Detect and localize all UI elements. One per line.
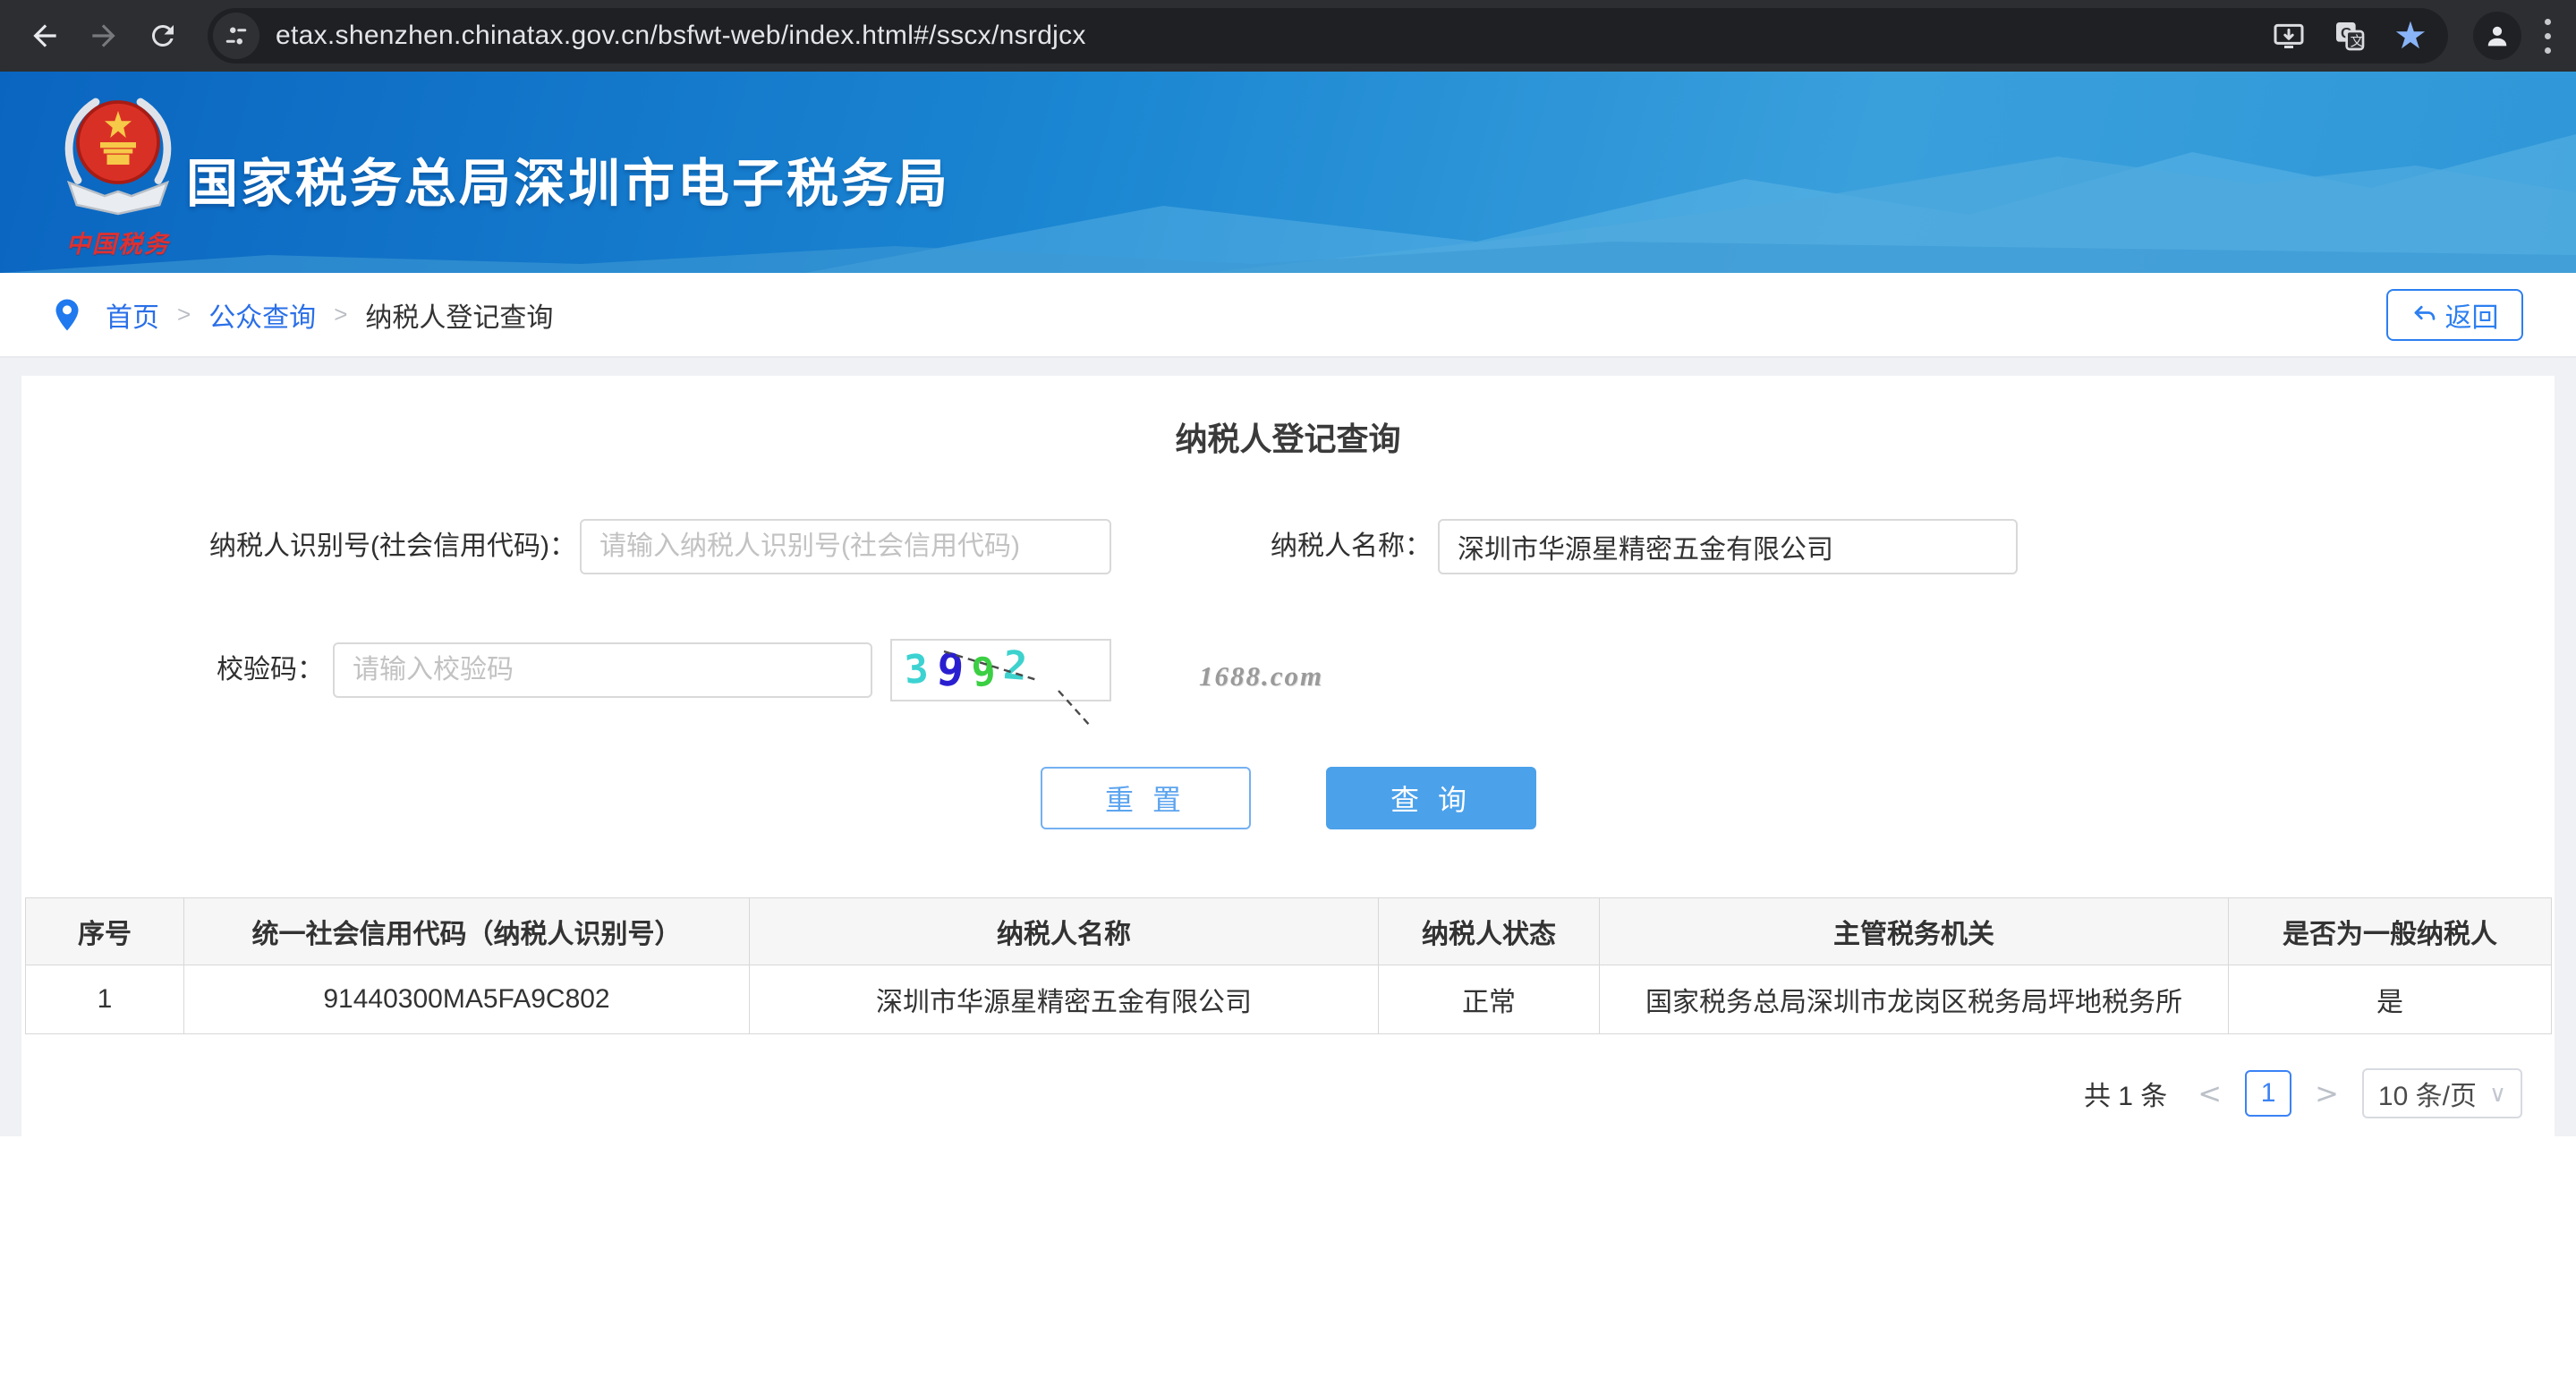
svg-text:文: 文 (2351, 34, 2364, 49)
browser-toolbar: etax.shenzhen.chinatax.gov.cn/bsfwt-web/… (0, 0, 2576, 72)
return-button[interactable]: 返回 (2386, 289, 2523, 341)
page-size-value: 10 条/页 (2378, 1074, 2477, 1113)
pagination-total: 共 1 条 (2084, 1074, 2167, 1113)
breadcrumb-home[interactable]: 首页 (106, 295, 159, 335)
return-arrow-icon (2411, 302, 2438, 328)
captcha-digit: 2 (1002, 646, 1029, 687)
translate-icon[interactable]: G 文 (2328, 14, 2371, 57)
content-zone: 纳税人登记查询 纳税人识别号(社会信用代码)： 纳税人名称： 校验码： 3 9 … (0, 358, 2576, 1136)
captcha-digit: 3 (903, 650, 930, 691)
emblem-caption: 中国税务 (47, 225, 190, 259)
breadcrumb: 首页 > 公众查询 > 纳税人登记查询 返回 (0, 273, 2576, 358)
query-card: 纳税人登记查询 纳税人识别号(社会信用代码)： 纳税人名称： 校验码： 3 9 … (21, 376, 2555, 1136)
site-title: 国家税务总局深圳市电子税务局 (186, 141, 950, 217)
captcha-digit: 9 (934, 647, 965, 694)
result-table: 序号 统一社会信用代码（纳税人识别号） 纳税人名称 纳税人状态 主管税务机关 是… (25, 897, 2552, 1034)
cell-taxpayer-name: 深圳市华源星精密五金有限公司 (750, 965, 1379, 1034)
page-size-select[interactable]: 10 条/页 ∨ (2362, 1068, 2522, 1118)
table-header-row: 序号 统一社会信用代码（纳税人识别号） 纳税人名称 纳税人状态 主管税务机关 是… (26, 898, 2552, 965)
col-header-credit-code: 统一社会信用代码（纳税人识别号） (184, 898, 750, 965)
captcha-label: 校验码： (21, 642, 324, 698)
cell-credit-code: 91440300MA5FA9C802 (184, 965, 750, 1034)
query-button[interactable]: 查 询 (1326, 767, 1536, 829)
back-icon[interactable] (21, 13, 68, 59)
cell-tax-authority: 国家税务总局深圳市龙岗区税务局坪地税务所 (1600, 965, 2229, 1034)
captcha-input[interactable] (333, 642, 872, 698)
page-title: 纳税人登记查询 (21, 413, 2555, 460)
breadcrumb-separator: > (177, 301, 191, 328)
breadcrumb-current: 纳税人登记查询 (365, 295, 553, 335)
captcha-digit: 9 (970, 652, 997, 693)
forward-icon[interactable] (81, 13, 127, 59)
watermark-text: 1688.com (1199, 660, 1323, 693)
return-button-label: 返回 (2445, 295, 2499, 335)
install-app-icon[interactable] (2267, 14, 2310, 57)
tax-emblem: 中国税务 (47, 84, 190, 259)
cell-general-taxpayer: 是 (2229, 965, 2552, 1034)
reset-button[interactable]: 重 置 (1041, 767, 1251, 829)
col-header-status: 纳税人状态 (1379, 898, 1600, 965)
prev-page-icon[interactable]: < (2192, 1076, 2227, 1110)
url-bar[interactable]: etax.shenzhen.chinatax.gov.cn/bsfwt-web/… (208, 8, 2448, 64)
taxpayer-id-input[interactable] (580, 519, 1111, 574)
page-number-button[interactable]: 1 (2245, 1070, 2291, 1117)
pagination: 共 1 条 < 1 > 10 条/页 ∨ (2084, 1067, 2522, 1119)
col-header-taxpayer-name: 纳税人名称 (750, 898, 1379, 965)
cell-status: 正常 (1379, 965, 1600, 1034)
next-page-icon[interactable]: > (2309, 1076, 2344, 1110)
breadcrumb-public-query[interactable]: 公众查询 (208, 295, 316, 335)
cell-index: 1 (26, 965, 184, 1034)
taxpayer-id-label: 纳税人识别号(社会信用代码)： (21, 519, 576, 574)
col-header-tax-authority: 主管税务机关 (1600, 898, 2229, 965)
taxpayer-name-input[interactable] (1438, 519, 2018, 574)
table-row: 1 91440300MA5FA9C802 深圳市华源星精密五金有限公司 正常 国… (26, 965, 2552, 1034)
footer-space (0, 1136, 2576, 1377)
location-pin-icon (54, 298, 81, 332)
reload-icon[interactable] (140, 13, 186, 59)
site-settings-icon[interactable] (213, 13, 259, 59)
taxpayer-name-label: 纳税人名称： (1167, 519, 1432, 574)
browser-menu-icon[interactable] (2536, 13, 2560, 59)
breadcrumb-separator: > (334, 301, 347, 328)
col-header-general-taxpayer: 是否为一般纳税人 (2229, 898, 2552, 965)
profile-avatar[interactable] (2473, 12, 2521, 60)
col-header-index: 序号 (26, 898, 184, 965)
site-header: 中国税务 国家税务总局深圳市电子税务局 (0, 72, 2576, 273)
chevron-down-icon: ∨ (2489, 1080, 2506, 1108)
captcha-image[interactable]: 3 9 9 2 (890, 639, 1111, 701)
bookmark-star-icon[interactable]: ★ (2389, 14, 2432, 57)
url-text[interactable]: etax.shenzhen.chinatax.gov.cn/bsfwt-web/… (276, 21, 2249, 51)
